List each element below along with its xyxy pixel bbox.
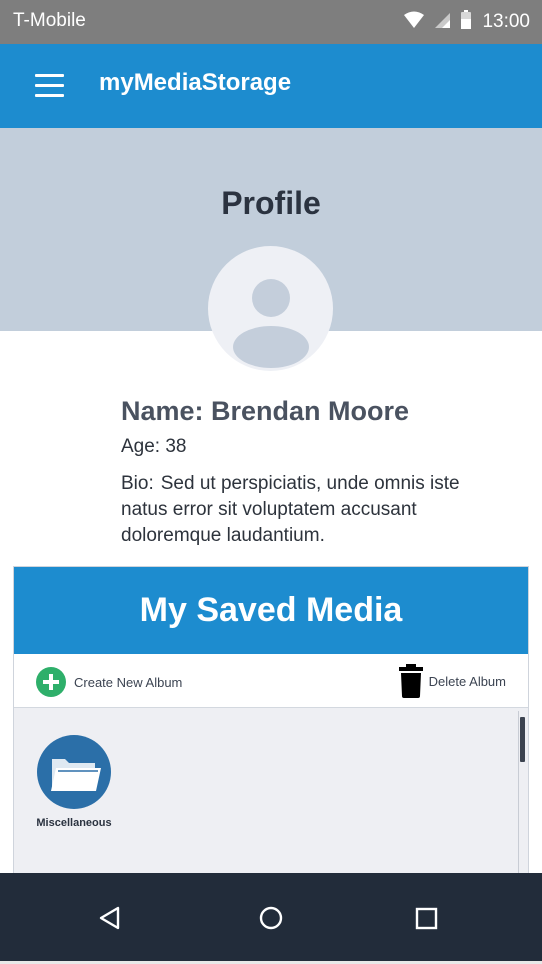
trash-icon bbox=[397, 664, 425, 698]
saved-media-panel: My Saved Media Create New Album Delete A… bbox=[13, 566, 529, 887]
hamburger-menu-icon[interactable] bbox=[30, 68, 70, 104]
bio-text: Sed ut perspiciatis, unde omnis iste nat… bbox=[121, 473, 460, 546]
cell-signal-icon bbox=[434, 11, 451, 34]
add-circle-icon bbox=[36, 667, 66, 697]
carrier-name: T-Mobile bbox=[13, 10, 86, 31]
profile-age: Age: 38 bbox=[121, 436, 187, 457]
profile-name: Name: Brendan Moore bbox=[121, 396, 410, 426]
home-icon[interactable] bbox=[246, 893, 296, 943]
wifi-icon bbox=[404, 11, 425, 34]
app-title: myMediaStorage bbox=[99, 69, 292, 96]
user-avatar-icon bbox=[208, 246, 333, 371]
create-album-button[interactable]: Create New Album bbox=[36, 667, 182, 697]
saved-media-header: My Saved Media bbox=[14, 567, 528, 654]
battery-icon bbox=[460, 9, 472, 35]
system-nav-bar bbox=[0, 873, 542, 961]
bio-label: Bio: bbox=[121, 473, 154, 494]
saved-media-title: My Saved Media bbox=[139, 591, 403, 629]
delete-album-button[interactable]: Delete Album bbox=[397, 664, 506, 698]
album-item[interactable]: Miscellaneous bbox=[34, 735, 114, 829]
folder-icon bbox=[37, 735, 111, 809]
album-grid: Miscellaneous bbox=[14, 709, 528, 887]
create-album-label: Create New Album bbox=[74, 674, 183, 690]
recents-icon[interactable] bbox=[401, 893, 451, 943]
scrollbar[interactable] bbox=[518, 711, 526, 887]
scrollbar-thumb[interactable] bbox=[520, 717, 525, 762]
status-bar: T-Mobile 13:00 bbox=[0, 0, 542, 44]
status-icons: 13:00 bbox=[404, 8, 530, 36]
delete-album-label: Delete Album bbox=[428, 673, 506, 689]
page-title: Profile bbox=[221, 185, 321, 221]
album-label: Miscellaneous bbox=[36, 817, 112, 829]
back-icon[interactable] bbox=[85, 893, 135, 943]
app-bar: myMediaStorage bbox=[0, 44, 542, 128]
media-toolbar: Create New Album Delete Album bbox=[14, 654, 528, 708]
profile-bio: Bio: Sed ut perspiciatis, unde omnis iste… bbox=[121, 471, 461, 549]
clock: 13:00 bbox=[482, 11, 530, 32]
